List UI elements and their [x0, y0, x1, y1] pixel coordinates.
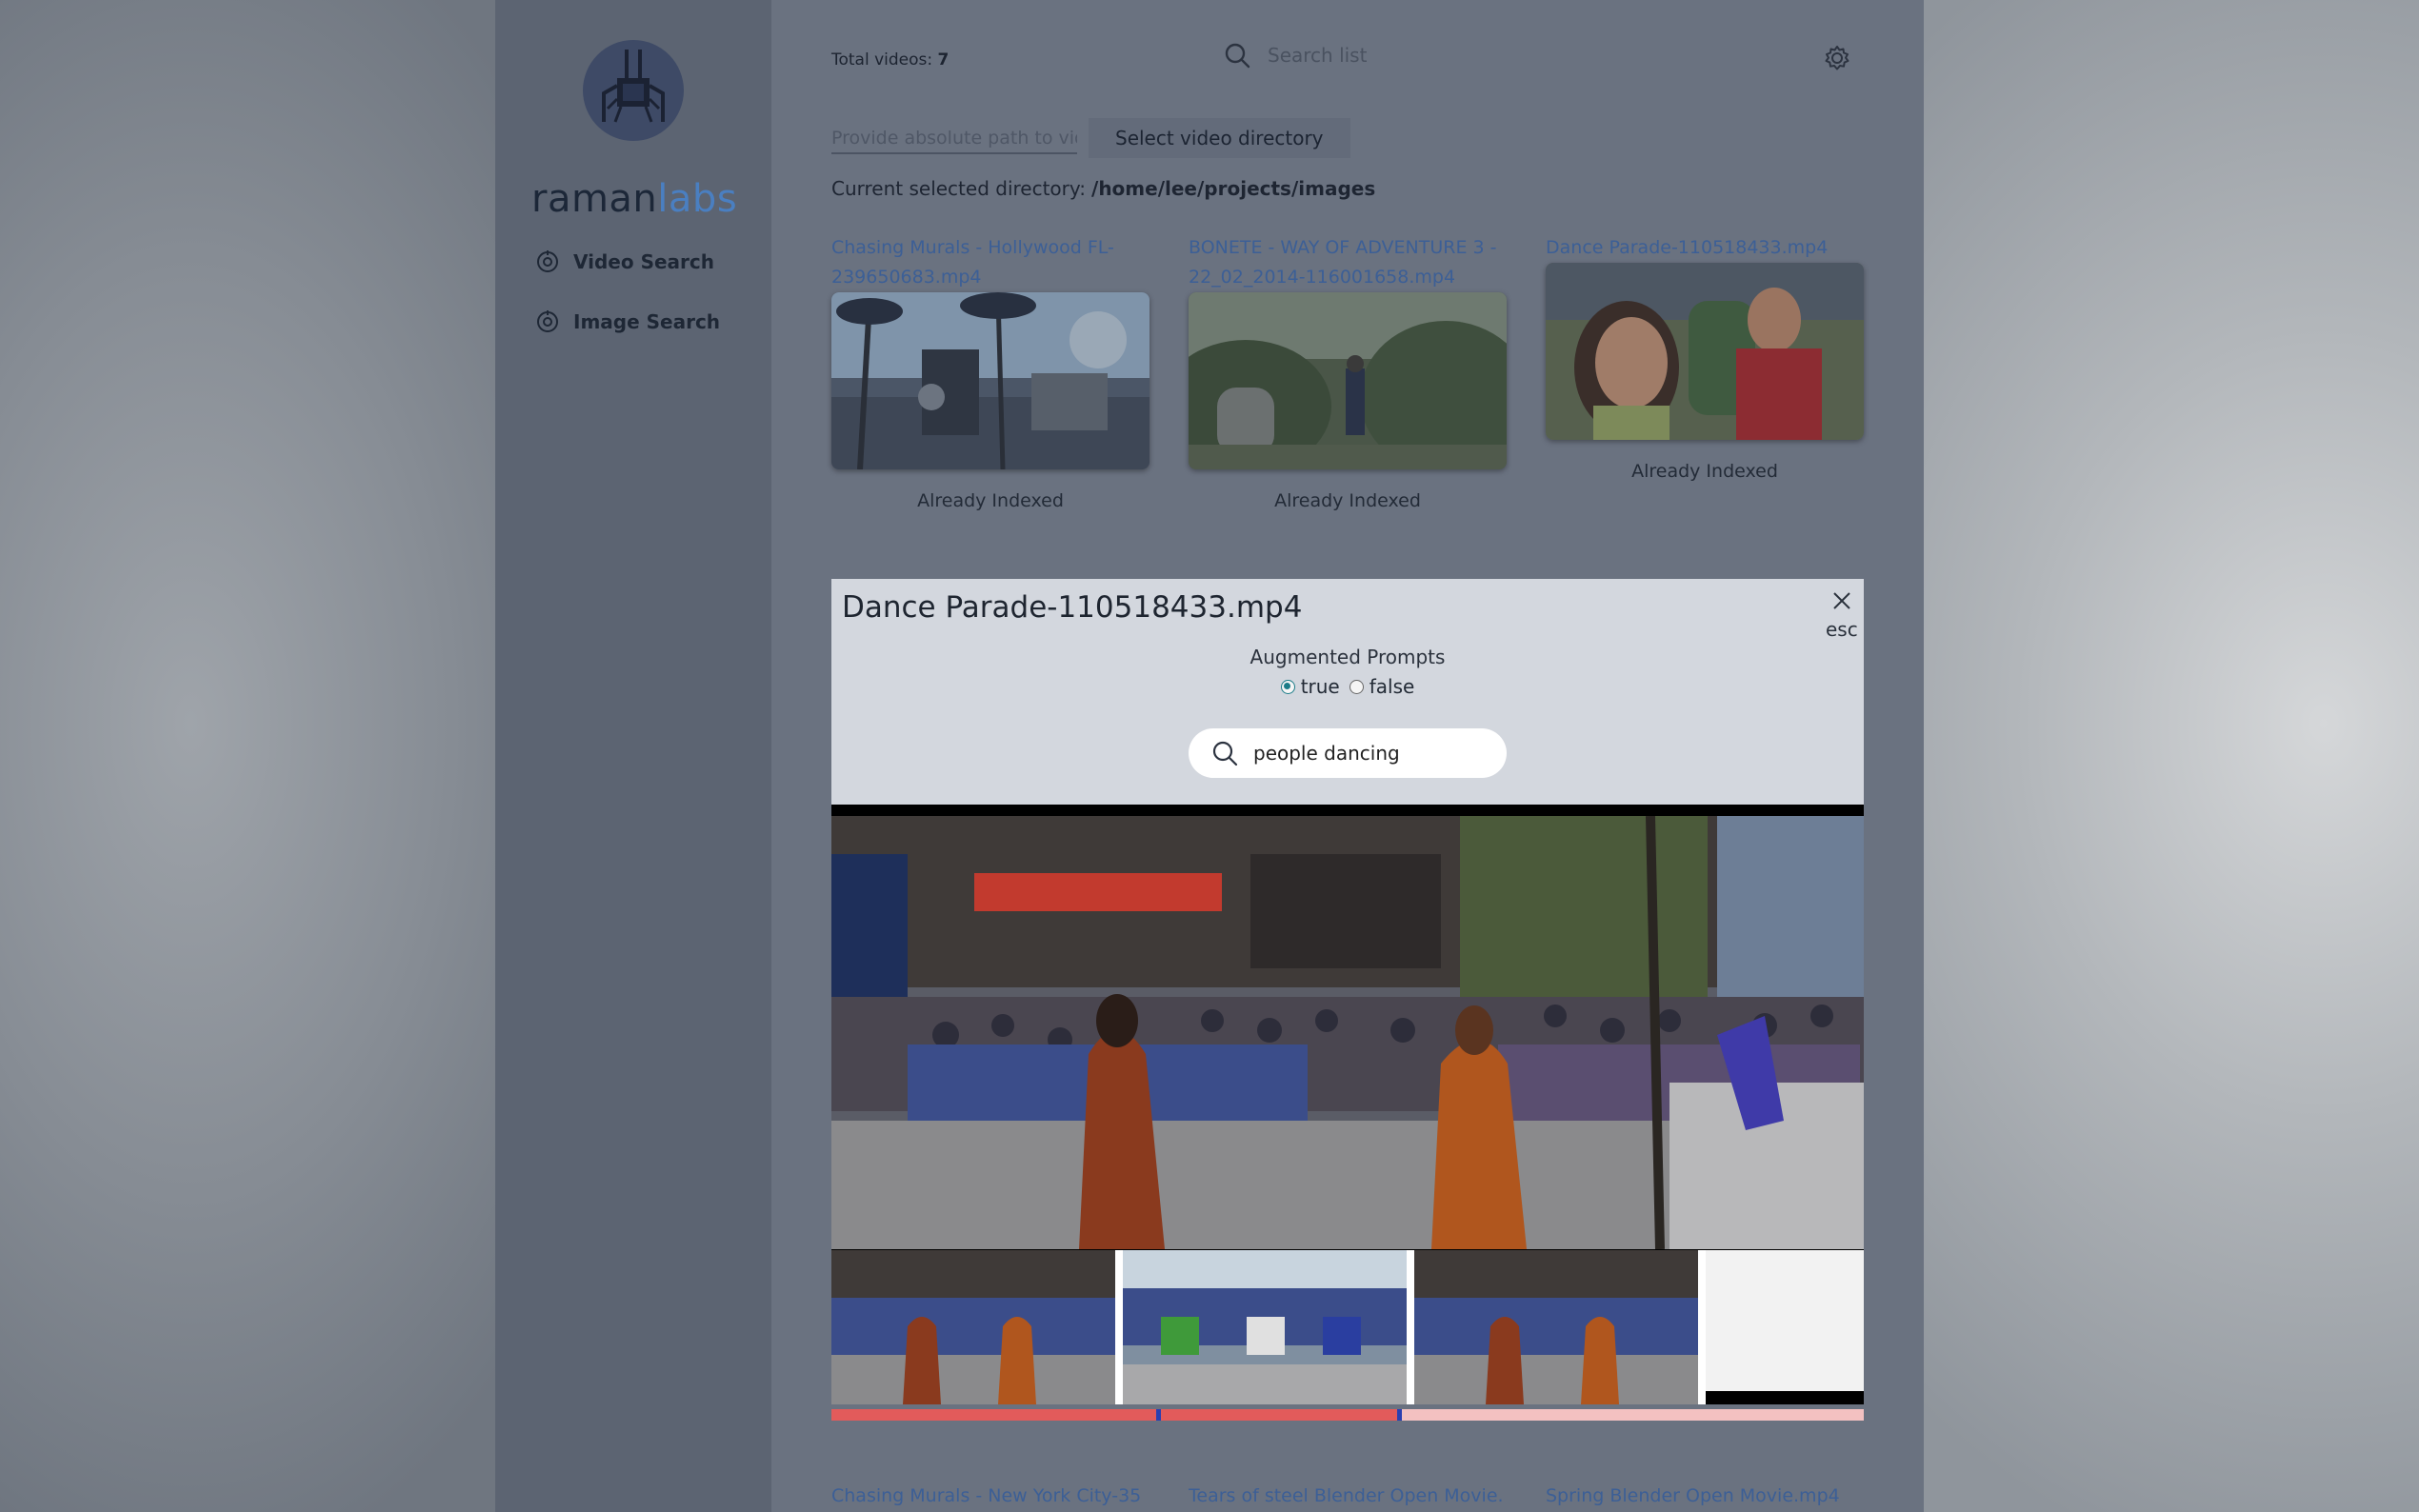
video-card-title[interactable]: Dance Parade-110518433.mp4	[1546, 233, 1864, 263]
close-hint: esc	[1826, 618, 1858, 641]
radio-false-label: false	[1369, 675, 1415, 698]
select-directory-button[interactable]: Select video directory	[1089, 118, 1350, 158]
query-search	[1189, 728, 1507, 778]
close-icon[interactable]	[1831, 590, 1852, 611]
logo	[583, 40, 684, 141]
video-player[interactable]	[831, 805, 1864, 1250]
video-card[interactable]: BONETE - WAY OF ADVENTURE 3 - 22_02_2014…	[1189, 233, 1507, 511]
current-directory-label: Current selected directory:	[831, 177, 1087, 200]
video-card[interactable]: Chasing Murals - Hollywood FL-239650683.…	[831, 233, 1150, 511]
keyframe-thumbnail[interactable]	[1123, 1250, 1407, 1404]
keyframe-thumbnail[interactable]	[1414, 1250, 1698, 1404]
radio-true-label: true	[1300, 675, 1340, 698]
keyframe-blank	[1706, 1250, 1864, 1404]
modal-title: Dance Parade-110518433.mp4	[842, 590, 1303, 625]
total-label: Total videos:	[831, 50, 933, 70]
scan-icon	[537, 250, 558, 272]
current-directory: Current selected directory:/home/lee/pro…	[831, 177, 1375, 200]
index-status: Already Indexed	[1631, 461, 1778, 482]
match-segment[interactable]	[1159, 1409, 1398, 1421]
video-thumbnail[interactable]	[831, 292, 1150, 469]
sidebar-item-image-search[interactable]: Image Search	[535, 309, 720, 334]
list-search-input[interactable]	[1266, 43, 1555, 68]
timeline-marker	[1156, 1409, 1162, 1421]
gear-icon[interactable]	[1824, 45, 1850, 71]
video-card[interactable]: Dance Parade-110518433.mp4 Already Index…	[1546, 233, 1864, 482]
current-directory-value: /home/lee/projects/images	[1091, 177, 1376, 200]
video-thumbnail[interactable]	[1189, 292, 1507, 469]
match-segment[interactable]	[831, 1409, 1157, 1421]
scan-icon	[537, 310, 558, 332]
video-thumbnail[interactable]	[1546, 263, 1864, 440]
video-card-title[interactable]: BONETE - WAY OF ADVENTURE 3 - 22_02_2014…	[1189, 233, 1507, 292]
total-videos: Total videos: 7	[831, 50, 949, 70]
keyframe-thumbnail[interactable]	[831, 1250, 1115, 1404]
video-card-title[interactable]: Tears of steel Blender Open Movie.	[1189, 1485, 1507, 1506]
sidebar	[495, 0, 771, 1512]
radio-false[interactable]	[1349, 679, 1364, 694]
background-right	[1924, 0, 2419, 1512]
directory-path-input[interactable]	[831, 124, 1077, 154]
sidebar-item-label: Video Search	[573, 250, 714, 273]
robot-logo-icon	[602, 50, 665, 123]
total-count: 7	[937, 50, 950, 70]
match-timeline[interactable]	[831, 1409, 1864, 1421]
brand-part1: raman	[531, 177, 658, 221]
radio-true[interactable]	[1280, 679, 1295, 694]
video-card-title[interactable]: Spring Blender Open Movie.mp4	[1546, 1485, 1864, 1506]
video-card-title[interactable]: Chasing Murals - Hollywood FL-239650683.…	[831, 233, 1150, 292]
background-left	[0, 0, 495, 1512]
search-icon	[1212, 741, 1238, 766]
list-search	[1224, 42, 1555, 69]
video-frame[interactable]	[831, 816, 1864, 1249]
augmented-prompts-options: true false	[831, 675, 1864, 698]
keyframe-strip	[831, 1250, 1864, 1404]
brand-name: ramanlabs	[531, 177, 737, 221]
sidebar-item-label: Image Search	[573, 310, 721, 333]
timeline-marker	[1397, 1409, 1403, 1421]
augmented-prompts-label: Augmented Prompts	[1249, 646, 1446, 668]
query-input[interactable]	[1251, 741, 1484, 766]
index-status: Already Indexed	[917, 490, 1064, 511]
video-search-modal: Dance Parade-110518433.mp4 esc Augmented…	[831, 579, 1864, 805]
video-card-title[interactable]: Chasing Murals - New York City-35	[831, 1485, 1150, 1506]
index-status: Already Indexed	[1274, 490, 1421, 511]
sidebar-item-video-search[interactable]: Video Search	[535, 249, 714, 274]
brand-part2: labs	[657, 177, 738, 221]
close-button[interactable]: esc	[1826, 590, 1858, 641]
search-icon	[1225, 43, 1250, 69]
